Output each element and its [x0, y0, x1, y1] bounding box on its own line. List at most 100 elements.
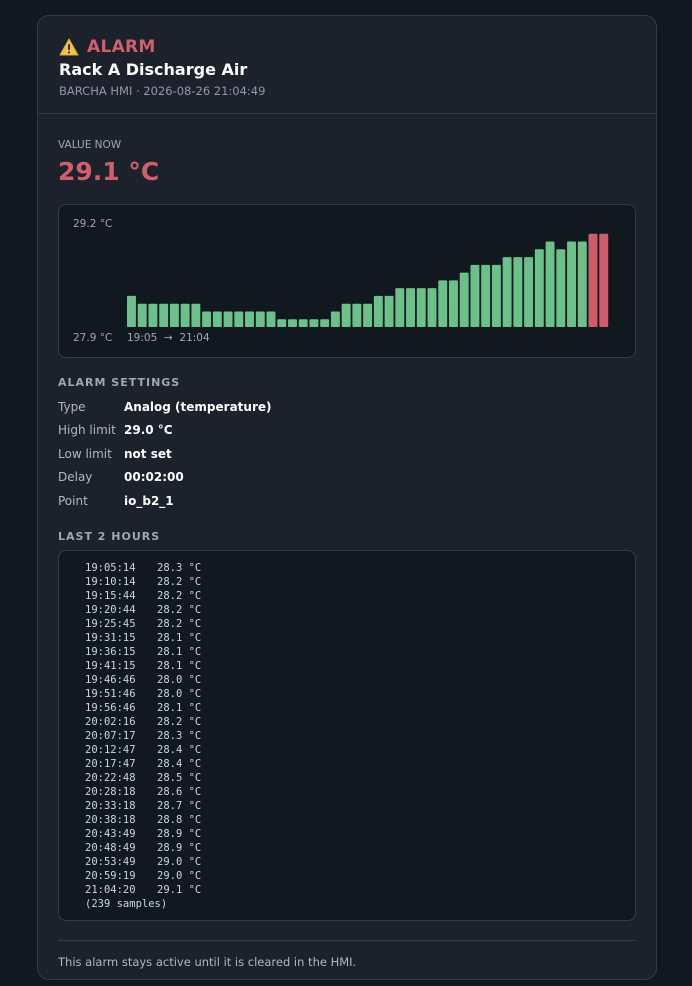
- log-time: 21:04:20: [85, 883, 136, 896]
- log-time: 19:56:46: [85, 701, 136, 714]
- setting-key: Type: [58, 399, 86, 414]
- chart-bar: [148, 303, 158, 327]
- log-value: 28.8 °C: [157, 813, 202, 826]
- chart-x-range-label: 19:05 → 21:04: [127, 332, 210, 344]
- chart-bar: [567, 241, 576, 327]
- chart-bar: [234, 311, 244, 327]
- setting-row-type: Type Analog (temperature): [58, 395, 636, 419]
- alarm-subtitle: BARCHA HMI · 2026-08-26 21:04:49: [59, 84, 266, 98]
- chart-bar: [491, 264, 501, 327]
- log-row: 19:20:44 28.2 °C: [85, 603, 635, 617]
- chart-bar: [255, 311, 265, 327]
- setting-key: Delay: [58, 470, 93, 485]
- chart-bar: [534, 249, 544, 327]
- alarm-title: Rack A Discharge Air: [59, 60, 248, 79]
- chart-bar: [245, 311, 254, 327]
- chart-bar: [212, 311, 222, 327]
- log-value: 29.1 °C: [157, 883, 202, 896]
- log-row: 19:56:46 28.1 °C: [85, 701, 635, 715]
- chart-bar: [384, 295, 394, 327]
- log-time: 20:48:49: [85, 841, 136, 854]
- log-value: 28.0 °C: [157, 687, 202, 700]
- log-row: 19:41:15 28.1 °C: [85, 659, 635, 673]
- log-time: 20:17:47: [85, 757, 136, 770]
- log-row: 19:36:15 28.1 °C: [85, 645, 635, 659]
- alarm-header: ALARM Rack A Discharge Air BARCHA HMI · …: [38, 16, 656, 114]
- alarm-settings: Type Analog (temperature) High limit 29.…: [58, 395, 636, 513]
- chart-bar: [556, 249, 566, 327]
- setting-row-point: Point io_b2_1: [58, 489, 636, 513]
- log-row: 19:15:44 28.2 °C: [85, 589, 635, 603]
- chart-bar: [449, 280, 458, 327]
- chart-bar: [320, 319, 330, 327]
- log-value: 28.2 °C: [157, 589, 202, 602]
- log-value: 28.5 °C: [157, 771, 202, 784]
- log-time: 19:31:15: [85, 631, 136, 644]
- log-time: 20:53:49: [85, 855, 136, 868]
- setting-row-high-limit: High limit 29.0 °C: [58, 419, 636, 443]
- setting-row-low-limit: Low limit not set: [58, 442, 636, 466]
- log-value: 28.7 °C: [157, 799, 202, 812]
- log-value: 29.0 °C: [157, 869, 202, 882]
- log-row: 19:25:45 28.2 °C: [85, 617, 635, 631]
- chart-bar: [427, 288, 437, 327]
- setting-row-delay: Delay 00:02:00: [58, 466, 636, 490]
- chart-bar: [202, 311, 212, 327]
- chart-bar: [191, 303, 201, 327]
- log-time: 20:28:18: [85, 785, 136, 798]
- log-time: 20:07:17: [85, 729, 136, 742]
- alarm-card: ALARM Rack A Discharge Air BARCHA HMI · …: [37, 15, 657, 980]
- setting-value: 00:02:00: [124, 470, 184, 485]
- sample-log[interactable]: 19:05:14 28.3 °C 19:10:14 28.2 °C 19:15:44 28…: [58, 549, 636, 921]
- log-time: 20:22:48: [85, 771, 136, 784]
- log-row: 20:17:47 28.4 °C: [85, 757, 635, 771]
- log-row: 21:04:20 29.1 °C: [85, 883, 635, 897]
- chart-y-max-label: 29.2 °C: [73, 218, 113, 230]
- log-row: 20:59:19 29.0 °C: [85, 869, 635, 883]
- log-time: 20:38:18: [85, 813, 136, 826]
- log-time: 20:59:19: [85, 869, 136, 882]
- chart-y-min-label: 27.9 °C: [73, 332, 113, 344]
- log-row: 20:48:49 28.9 °C: [85, 841, 635, 855]
- log-row: 20:33:18 28.7 °C: [85, 799, 635, 813]
- chart-bar: [481, 264, 491, 327]
- alarm-settings-title: ALARM SETTINGS: [58, 376, 181, 389]
- value-now: 29.1 °C: [58, 157, 160, 186]
- chart-bar: [266, 311, 276, 327]
- warning-icon: [59, 38, 79, 56]
- log-time: 20:43:49: [85, 827, 136, 840]
- chart-bar: [416, 288, 426, 327]
- setting-value: io_b2_1: [124, 493, 174, 508]
- chart-bar: [341, 303, 351, 327]
- log-row: 19:51:46 28.0 °C: [85, 687, 635, 701]
- log-value: 28.3 °C: [157, 729, 202, 742]
- log-row: 19:10:14 28.2 °C: [85, 575, 635, 589]
- chart-bar: [588, 233, 598, 327]
- log-row: 20:12:47 28.4 °C: [85, 743, 635, 757]
- chart-bar: [577, 241, 587, 327]
- chart-bar: [223, 311, 233, 327]
- chart-bar: [159, 303, 169, 327]
- chart-bar: [373, 295, 383, 327]
- log-value: 28.1 °C: [157, 701, 202, 714]
- chart-bar: [309, 319, 319, 327]
- log-row: 20:38:18 28.8 °C: [85, 813, 635, 827]
- chart-bar: [180, 303, 190, 327]
- chart-bar: [513, 257, 523, 327]
- log-time: 20:33:18: [85, 799, 136, 812]
- log-title: LAST 2 HOURS: [58, 529, 161, 543]
- trend-chart: 29.2 °C 27.9 °C 19:05 → 21:04: [58, 204, 636, 358]
- log-value: 29.0 °C: [157, 855, 202, 868]
- chart-bar: [438, 280, 448, 327]
- setting-key: High limit: [58, 423, 116, 438]
- log-time: 19:15:44: [85, 589, 136, 602]
- chart-bar: [459, 272, 469, 327]
- alarm-status-row: ALARM: [59, 36, 636, 58]
- chart-bar: [288, 319, 297, 327]
- log-time: 19:41:15: [85, 659, 136, 672]
- chart-bar: [352, 303, 362, 327]
- log-value: 28.2 °C: [157, 603, 202, 616]
- setting-value: 29.0 °C: [124, 423, 173, 438]
- log-time: 19:25:45: [85, 617, 136, 630]
- log-value: 28.9 °C: [157, 841, 202, 854]
